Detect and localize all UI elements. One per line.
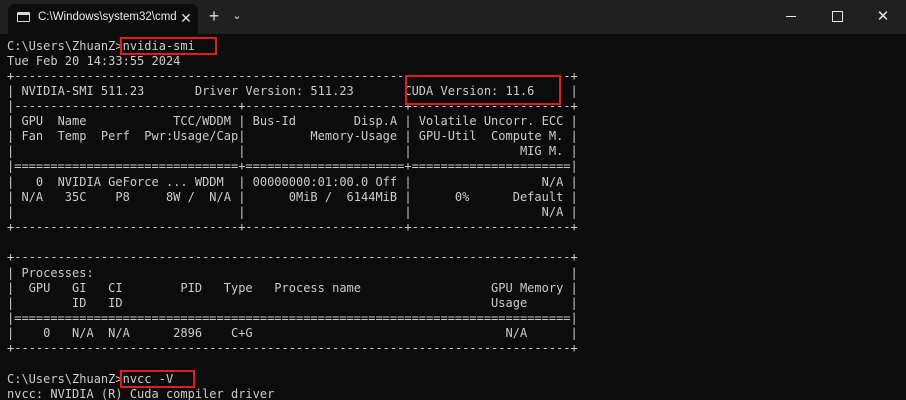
terminal-line: |===============================+=======… (7, 159, 578, 173)
terminal-line: | ID ID Usage | (7, 296, 578, 310)
terminal-line: | 0 N/A N/A 2896 C+G N/A | (7, 326, 578, 340)
terminal-line: | | | N/A | (7, 205, 578, 219)
tab-cmd[interactable]: C:\Windows\system32\cmd.e ✕ (8, 4, 198, 34)
title-bar: C:\Windows\system32\cmd.e ✕ + ⌄ ✕ (0, 0, 906, 34)
terminal-icon (17, 12, 30, 22)
maximize-icon (832, 11, 843, 22)
terminal-line: | Processes: | (7, 266, 578, 280)
terminal-line: +---------------------------------------… (7, 341, 578, 355)
highlight-box-nvcc (120, 370, 195, 388)
terminal-line: |=======================================… (7, 311, 578, 325)
terminal-line: | Fan Temp Perf Pwr:Usage/Cap| Memory-Us… (7, 129, 578, 143)
terminal-line: | 0 NVIDIA GeForce ... WDDM | 00000000:0… (7, 175, 578, 189)
terminal-line: | N/A 35C P8 8W / N/A | 0MiB / 6144MiB |… (7, 190, 578, 204)
tab-dropdown-button[interactable]: ⌄ (230, 6, 244, 26)
minimize-button[interactable] (768, 0, 814, 34)
new-tab-button[interactable]: + (205, 6, 223, 26)
tab-close-icon[interactable]: ✕ (178, 10, 194, 26)
terminal-line: | GPU Name TCC/WDDM | Bus-Id Disp.A | Vo… (7, 114, 578, 128)
terminal-line: nvcc: NVIDIA (R) Cuda compiler driver (7, 387, 275, 400)
highlight-box-cuda-version (405, 75, 561, 105)
minimize-icon (786, 16, 796, 17)
terminal-line: +-------------------------------+-------… (7, 220, 578, 234)
tab-title: C:\Windows\system32\cmd.e (38, 11, 176, 23)
terminal-output[interactable]: C:\Users\ZhuanZ>nvidia-smi Tue Feb 20 14… (0, 34, 906, 400)
terminal-line: +---------------------------------------… (7, 250, 578, 264)
highlight-box-nvidia-smi (120, 37, 217, 55)
close-button[interactable]: ✕ (860, 0, 906, 34)
terminal-line: | GPU GI CI PID Type Process name GPU Me… (7, 281, 578, 295)
maximize-button[interactable] (814, 0, 860, 34)
terminal-line: | | | MIG M. | (7, 144, 578, 158)
terminal-line: Tue Feb 20 14:33:55 2024 (7, 54, 181, 68)
